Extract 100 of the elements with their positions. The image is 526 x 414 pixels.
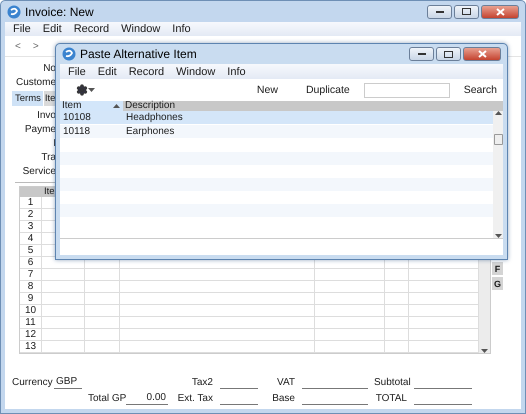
maximize-button[interactable] [436, 47, 461, 61]
window-title: Invoice: New [25, 4, 95, 18]
field-label: Service [22, 165, 56, 179]
field-label: Total GP [88, 393, 126, 405]
grid-cell[interactable] [120, 269, 315, 281]
grid-cell[interactable] [120, 329, 315, 341]
grid-cell[interactable] [385, 293, 409, 305]
grid-cell[interactable] [385, 317, 409, 329]
scroll-down-icon [481, 349, 488, 353]
row-number: 3 [20, 221, 42, 233]
menu-item[interactable]: Record [68, 23, 116, 35]
grid-cell[interactable] [385, 305, 409, 317]
table-row[interactable]: 10118 Earphones [60, 125, 493, 139]
close-icon [478, 50, 486, 58]
grid-cell[interactable] [315, 329, 385, 341]
column-header[interactable]: Description [123, 101, 503, 111]
close-button[interactable] [481, 4, 519, 18]
nav-button[interactable]: > [32, 40, 39, 52]
field-label: VAT [276, 377, 296, 389]
grid-cell[interactable] [315, 317, 385, 329]
field-label: No [43, 62, 56, 76]
row-number: 6 [20, 257, 42, 269]
grid-cell[interactable] [85, 281, 120, 293]
new-button[interactable]: New [256, 84, 278, 96]
row-number: 13 [20, 341, 42, 353]
app-logo-icon [7, 4, 21, 18]
grid-cell[interactable] [120, 341, 315, 353]
nav-button[interactable]: < [15, 40, 21, 52]
maximize-icon [444, 50, 453, 58]
row-number: 9 [20, 293, 42, 305]
grid-cell[interactable] [85, 341, 120, 353]
grid-cell[interactable] [85, 293, 120, 305]
grid-cell[interactable] [385, 341, 409, 353]
grid-cell[interactable] [120, 317, 315, 329]
grid-cell[interactable] [315, 305, 385, 317]
field-label: Tra [41, 151, 56, 165]
grid-cell[interactable] [385, 281, 409, 293]
grid-cell[interactable] [315, 281, 385, 293]
grid-cell[interactable] [85, 269, 120, 281]
search-button[interactable]: Search [464, 84, 497, 96]
grid-cell[interactable] [85, 317, 120, 329]
grid-cell[interactable] [42, 269, 85, 281]
close-icon [496, 8, 504, 16]
grid-cell[interactable] [120, 281, 315, 293]
minimize-icon [418, 53, 426, 55]
grid-cell[interactable] [42, 329, 85, 341]
column-header[interactable]: Item [60, 101, 123, 111]
grid-cell[interactable] [85, 329, 120, 341]
menu-item[interactable]: File [7, 23, 37, 35]
grid-cell[interactable] [385, 269, 409, 281]
input-field[interactable]: 0.00 [126, 392, 168, 405]
grid-cell[interactable] [42, 341, 85, 353]
grid-cell[interactable] [42, 305, 85, 317]
tab[interactable]: Terms [12, 91, 43, 106]
window-title: Paste Alternative Item [80, 47, 198, 61]
grid-cell[interactable] [42, 293, 85, 305]
menu-item[interactable]: Info [221, 66, 252, 78]
field-label: Payme [24, 123, 56, 137]
row-number: 7 [20, 269, 42, 281]
scroll-thumb[interactable] [494, 134, 502, 145]
menu-item[interactable]: Edit [36, 23, 68, 35]
menu-item[interactable]: Edit [92, 66, 123, 78]
menu-item[interactable]: File [62, 66, 92, 78]
menu-item[interactable]: Window [170, 66, 222, 78]
grid-cell[interactable] [385, 329, 409, 341]
field-label: Invo [37, 109, 56, 123]
field-label: I [53, 137, 56, 151]
grid-cell[interactable] [42, 317, 85, 329]
input-field[interactable]: GBP [54, 376, 82, 389]
menu-item[interactable]: Record [122, 66, 170, 78]
grid-cell[interactable] [120, 293, 315, 305]
side-tab[interactable]: G [492, 277, 503, 290]
grid-cell[interactable] [85, 305, 120, 317]
minimize-button[interactable] [427, 4, 452, 18]
menu-item[interactable]: Window [115, 23, 166, 35]
search-field[interactable] [364, 82, 450, 98]
grid-cell[interactable] [315, 269, 385, 281]
minimize-button[interactable] [409, 47, 434, 61]
field-label: Currency [12, 377, 54, 389]
grid-cell[interactable] [120, 305, 315, 317]
settings-menu-button[interactable] [76, 84, 95, 96]
app-logo-icon [62, 47, 76, 61]
table-row[interactable]: 10108 Headphones [60, 111, 493, 125]
sort-icon [113, 104, 120, 108]
menu-item[interactable]: Info [166, 23, 197, 35]
maximize-button[interactable] [454, 4, 479, 18]
row-number: 12 [20, 329, 42, 341]
caret-icon [88, 88, 95, 92]
maximize-icon [462, 8, 471, 15]
field-label: Ext. Tax [176, 393, 214, 405]
close-button[interactable] [463, 47, 501, 61]
grid-cell[interactable] [315, 341, 385, 353]
duplicate-button[interactable]: Duplicate [306, 84, 350, 96]
field-label: Base [271, 393, 296, 405]
grid-cell[interactable] [42, 281, 85, 293]
grid-cell[interactable] [315, 293, 385, 305]
field-label: TOTAL [374, 393, 408, 405]
field-label: Tax2 [190, 377, 214, 389]
row-number: 11 [20, 317, 42, 329]
side-tab[interactable]: F [492, 262, 503, 275]
